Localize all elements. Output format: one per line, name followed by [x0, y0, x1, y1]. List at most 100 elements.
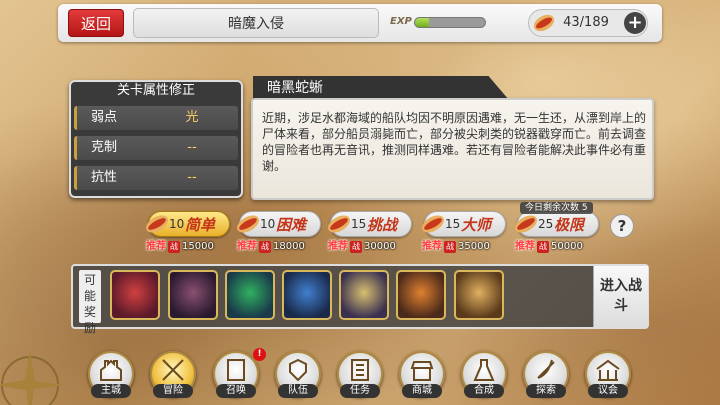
recommended-power-value: 18000	[273, 241, 305, 252]
summon-alert-badge: !	[253, 348, 266, 361]
exp-label: EXP	[390, 16, 412, 27]
modifier-row: 弱点 光	[74, 106, 238, 130]
hotdog-stamina-icon	[328, 215, 350, 233]
remaining-attempts-badge: 今日剩余次数 5	[520, 202, 593, 214]
difficulty-button[interactable]: 10 困难	[237, 211, 321, 237]
recommended-label: 推荐	[328, 241, 348, 252]
recommended-power: 推荐战 18000	[237, 240, 305, 254]
battle-power-tag: 战	[537, 241, 549, 253]
difficulty-name: 困难	[276, 216, 307, 234]
battle-power-tag: 战	[444, 241, 456, 253]
nav-item[interactable]: 商城	[399, 351, 449, 401]
hotdog-stamina-icon	[515, 215, 537, 233]
nav-label: 探索	[526, 384, 566, 398]
compass-bow-icon	[537, 359, 555, 379]
red-haired-hero-portrait[interactable]	[110, 270, 160, 320]
hotdog-stamina-icon	[422, 215, 444, 233]
boss-name-tab: 暗黑蛇蜥	[253, 76, 509, 100]
help-button[interactable]: ?	[610, 214, 634, 238]
modifier-key: 弱点	[91, 110, 118, 125]
modifier-value: 光	[185, 110, 199, 125]
nav-item[interactable]: 冒险	[150, 351, 200, 401]
quest-book-icon	[351, 359, 369, 381]
stamina-count: 43/189	[563, 15, 609, 30]
green-crystal-icon[interactable]	[225, 270, 275, 320]
back-button[interactable]: 返回	[68, 9, 124, 37]
recommended-power-value: 50000	[551, 241, 583, 252]
council-hall-icon	[596, 359, 620, 381]
difficulty-cost: 25	[538, 217, 554, 231]
battle-power-tag: 战	[350, 241, 362, 253]
blue-crystal-icon[interactable]	[282, 270, 332, 320]
difficulty-button[interactable]: 10 简单	[146, 211, 230, 237]
difficulty-cost: 15	[351, 217, 367, 231]
dark-demon-portrait[interactable]	[168, 270, 218, 320]
modifier-row: 克制 --	[74, 136, 238, 160]
difficulty-name: 挑战	[367, 216, 398, 234]
compass-rose-icon	[0, 350, 65, 405]
castle-icon	[100, 359, 122, 381]
battle-power-tag: 战	[259, 241, 271, 253]
nav-item[interactable]: 主城	[88, 351, 138, 401]
difficulty-name: 极限	[554, 216, 585, 234]
recommended-label: 推荐	[146, 241, 166, 252]
exp-bar	[414, 17, 486, 28]
difficulty-button[interactable]: 15 挑战	[328, 211, 412, 237]
alchemy-flask-icon	[473, 359, 495, 381]
nav-label: 召唤	[216, 384, 256, 398]
potion-jar-icon[interactable]	[454, 270, 504, 320]
difficulty-button[interactable]: 25 极限	[515, 211, 599, 237]
difficulty-name: 简单	[185, 216, 216, 234]
hotdog-stamina-icon	[146, 215, 168, 233]
winged-shield-icon	[289, 358, 307, 382]
difficulty-cost: 10	[169, 217, 185, 231]
enter-battle-button[interactable]: 进入战斗	[593, 266, 648, 327]
nav-item[interactable]: 议会	[585, 351, 635, 401]
blonde-hero-portrait[interactable]	[339, 270, 389, 320]
difficulty-name: 大师	[461, 216, 492, 234]
exp-bar-fill	[415, 18, 429, 27]
difficulty-cost: 15	[445, 217, 461, 231]
summon-card-icon	[227, 359, 245, 381]
modifiers-title: 关卡属性修正	[116, 83, 195, 98]
nav-label: 商城	[402, 384, 442, 398]
modifier-value: --	[187, 170, 197, 185]
modifier-value: --	[187, 140, 197, 155]
parchment-map-background	[0, 0, 720, 405]
rewards-label: 可能奖励	[79, 270, 101, 335]
nav-label: 议会	[588, 384, 628, 398]
difficulty-button[interactable]: 15 大师	[422, 211, 506, 237]
hotdog-stamina-icon	[237, 215, 259, 233]
recommended-power: 推荐战 50000	[515, 240, 583, 254]
recommended-label: 推荐	[422, 241, 442, 252]
nav-item[interactable]: 探索	[523, 351, 573, 401]
stage-title: 暗魔入侵	[133, 8, 379, 38]
recommended-power: 推荐战 15000	[146, 240, 214, 254]
nav-label: 任务	[340, 384, 380, 398]
recommended-power-value: 35000	[458, 241, 490, 252]
difficulty-cost: 10	[260, 217, 276, 231]
recommended-power-value: 30000	[364, 241, 396, 252]
orange-gem-icon[interactable]	[396, 270, 446, 320]
nav-label: 冒险	[153, 384, 193, 398]
nav-item[interactable]: 合成	[461, 351, 511, 401]
nav-label: 合成	[464, 384, 504, 398]
nav-item[interactable]: 队伍	[275, 351, 325, 401]
crossed-swords-icon	[162, 359, 184, 381]
nav-label: 主城	[91, 384, 131, 398]
recommended-power: 推荐战 30000	[328, 240, 396, 254]
modifier-key: 抗性	[91, 170, 118, 185]
add-stamina-button[interactable]: +	[624, 12, 646, 34]
nav-item[interactable]: 任务	[337, 351, 387, 401]
description-text: 近期，涉足水都海域的船队均因不明原因遇难，无一生还，从漂到岸上的尸体来看，部分船…	[262, 111, 647, 173]
modifier-key: 克制	[91, 140, 118, 155]
hotdog-stamina-icon	[533, 14, 555, 32]
nav-label: 队伍	[278, 384, 318, 398]
recommended-power: 推荐战 35000	[422, 240, 490, 254]
battle-power-tag: 战	[168, 241, 180, 253]
shop-stall-icon	[410, 361, 434, 381]
recommended-power-value: 15000	[182, 241, 214, 252]
recommended-label: 推荐	[237, 241, 257, 252]
recommended-label: 推荐	[515, 241, 535, 252]
modifier-row: 抗性 --	[74, 166, 238, 190]
